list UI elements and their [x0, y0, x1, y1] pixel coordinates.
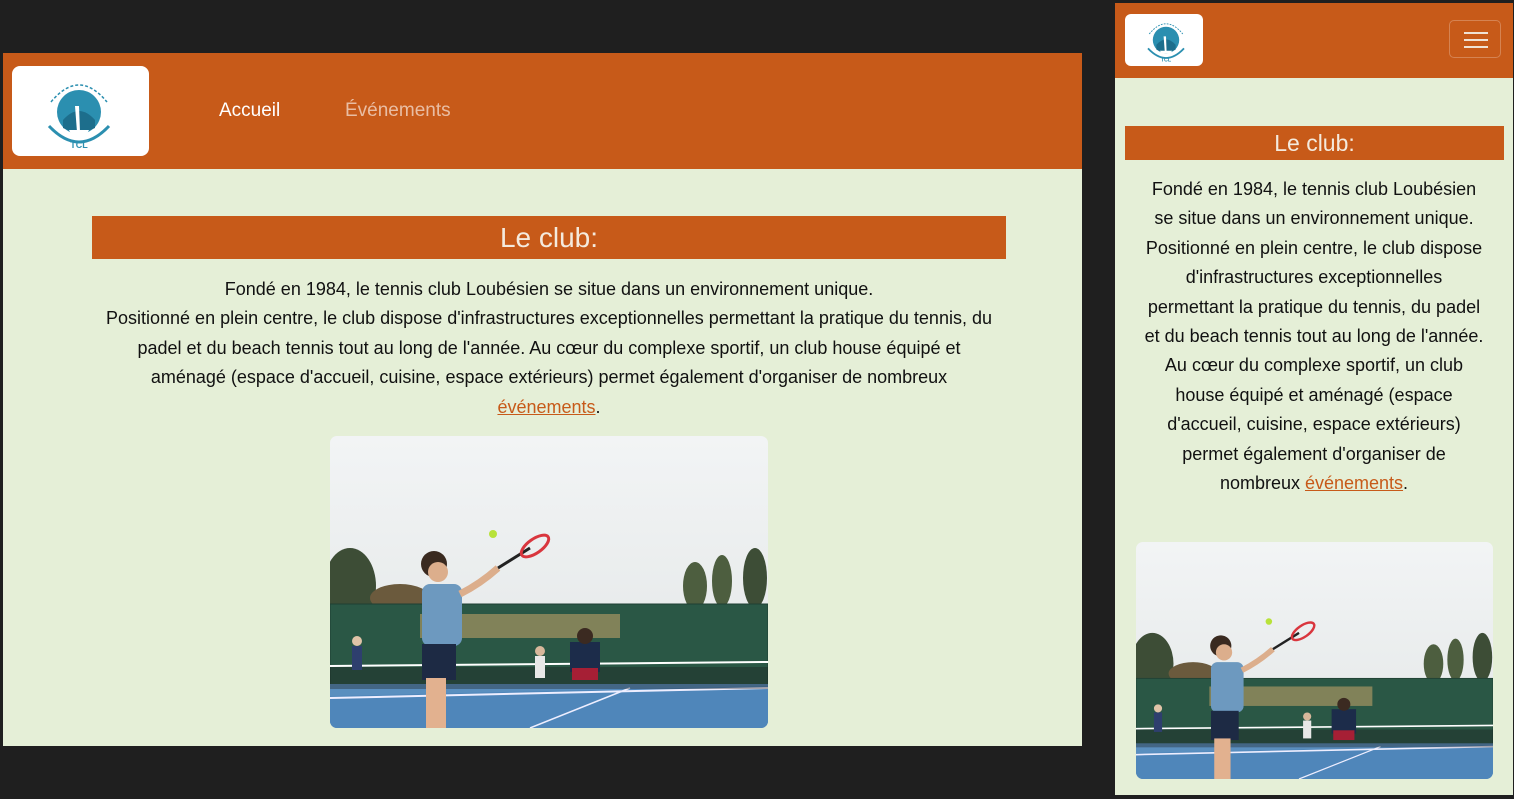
tennis-photo	[330, 436, 768, 728]
tennis-club-logo-icon	[39, 72, 119, 152]
section-title: Le club:	[92, 216, 1006, 259]
navbar-mobile	[1115, 3, 1513, 78]
desktop-preview: Accueil Événements Le club: Fondé en 198…	[3, 53, 1082, 746]
club-description-mobile: Fondé en 1984, le tennis club Loubésien …	[1141, 175, 1487, 498]
logo-link-mobile[interactable]	[1125, 14, 1203, 66]
section-title-mobile: Le club:	[1125, 126, 1504, 160]
description-line2: Positionné en plein centre, le club disp…	[1144, 237, 1484, 494]
description-end: .	[1403, 473, 1409, 494]
menu-toggle-button[interactable]	[1449, 20, 1501, 58]
tennis-photo-mobile	[1136, 542, 1493, 779]
events-inline-link[interactable]: événements	[1305, 473, 1403, 493]
logo-link[interactable]	[12, 66, 149, 156]
events-inline-link[interactable]: événements	[497, 397, 595, 417]
navbar: Accueil Événements	[3, 53, 1082, 169]
nav-link-evenements[interactable]: Événements	[345, 100, 451, 122]
description-line2: Positionné en plein centre, le club disp…	[106, 308, 992, 388]
description-end: .	[595, 396, 601, 417]
mobile-preview: Le club: Fondé en 1984, le tennis club L…	[1115, 3, 1513, 795]
nav-link-accueil[interactable]: Accueil	[219, 100, 280, 122]
tennis-club-logo-icon	[1142, 16, 1190, 64]
club-description: Fondé en 1984, le tennis club Loubésien …	[101, 275, 997, 422]
description-line1: Fondé en 1984, le tennis club Loubésien …	[1151, 179, 1477, 229]
description-line1: Fondé en 1984, le tennis club Loubésien …	[224, 279, 874, 299]
